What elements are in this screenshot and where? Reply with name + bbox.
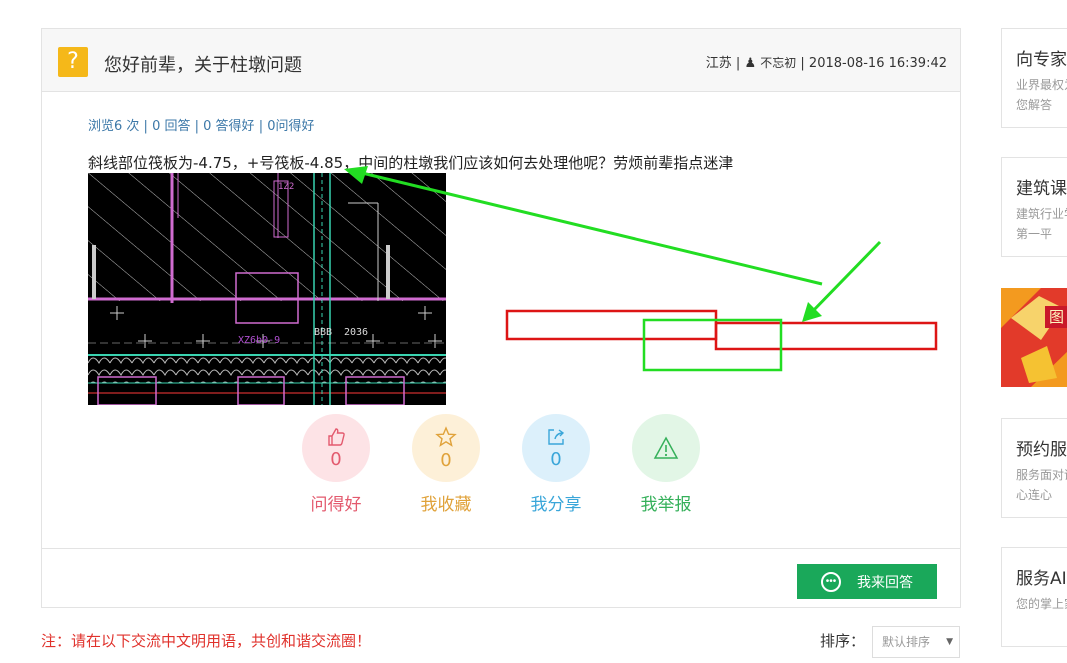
answer-button-label: 我来回答 [857, 573, 913, 590]
cad-label: BBB [314, 327, 332, 338]
sidebar-card-app[interactable]: 服务AI 您的掌上家 [1001, 547, 1067, 647]
good-answers-count[interactable]: 0 答得好 [203, 119, 254, 134]
favorite-circle[interactable]: 0 [412, 414, 480, 482]
banner-text: 图 [1049, 308, 1064, 326]
sidebar-card-title: 建筑课 [1016, 179, 1067, 199]
question-header: ? 您好前辈，关于柱墩问题 江苏 | ♟ 不忘初 | 2018-08-16 16… [42, 29, 960, 92]
share-icon [548, 428, 565, 445]
question-mark-icon: ? [58, 47, 88, 77]
report-circle[interactable] [632, 414, 700, 482]
question-title: 您好前辈，关于柱墩问题 [104, 55, 302, 76]
star-icon [435, 425, 457, 447]
sidebar-card-title: 服务AI [1016, 569, 1067, 589]
question-card: ? 您好前辈，关于柱墩问题 江苏 | ♟ 不忘初 | 2018-08-16 16… [41, 28, 961, 608]
sidebar-card-course[interactable]: 建筑课 建筑行业学第一平 [1001, 157, 1067, 257]
question-meta: 江苏 | ♟ 不忘初 | 2018-08-16 16:39:42 [705, 56, 947, 71]
username-link[interactable]: 不忘初 [760, 56, 796, 70]
sort-label: 排序： [820, 632, 866, 650]
sidebar-card-desc: 您的掌上家 [1016, 597, 1067, 611]
sidebar-card-title: 预约服 [1016, 440, 1067, 460]
cad-drawing: 1Z2 BBB 2036 XZ6b0-9 [88, 173, 446, 405]
warning-icon [653, 436, 679, 459]
views-count[interactable]: 浏览6 次 [88, 119, 139, 134]
favorite-label: 我收藏 [420, 495, 472, 515]
answers-count[interactable]: 0 回答 [152, 119, 190, 134]
sidebar-card-desc: 业界最权为您解答 [1016, 78, 1067, 112]
share-circle[interactable]: 0 [522, 414, 590, 482]
like-count: 0 [330, 448, 342, 470]
user-icon: ♟ [744, 56, 757, 71]
answer-button[interactable]: ••• 我来回答 [797, 564, 937, 599]
region-label: 江苏 [705, 56, 732, 71]
question-body-text: 斜线部位筏板为-4.75，+号筏板-4.85，中间的柱墩我们应该如何去处理他呢？… [88, 154, 734, 172]
good-asks-count[interactable]: 0问得好 [267, 119, 314, 134]
cad-label: 2036 [344, 327, 368, 338]
question-cad-image[interactable]: 1Z2 BBB 2036 XZ6b0-9 [88, 173, 446, 405]
question-stats: 浏览6 次 | 0 回答 | 0 答得好 | 0问得好 [88, 119, 315, 134]
favorite-count: 0 [440, 449, 452, 471]
sort-selected: 默认排序 [882, 635, 931, 649]
cad-label: XZ6b0-9 [238, 335, 280, 346]
sidebar-card-expert[interactable]: 向专家 业界最权为您解答 [1001, 28, 1067, 128]
sidebar-card-desc: 服务面对诺心连心 [1016, 468, 1067, 502]
chat-bubble-icon: ••• [821, 571, 841, 592]
report-button[interactable]: 我举报 [632, 414, 700, 515]
report-label: 我举报 [640, 495, 692, 515]
civility-note: 注：请在以下交流中文明用语，共创和谐交流圈！ [41, 632, 372, 650]
cad-label: 1Z2 [278, 182, 294, 192]
promo-banner-art: 图 [1001, 288, 1067, 387]
like-label: 问得好 [310, 495, 362, 515]
share-count: 0 [550, 448, 562, 470]
share-button[interactable]: 0 我分享 [522, 414, 590, 515]
sidebar-card-title: 向专家 [1016, 50, 1067, 70]
answer-footer: ••• 我来回答 [42, 548, 960, 608]
sidebar-card-appointment[interactable]: 预约服 服务面对诺心连心 [1001, 418, 1067, 518]
sidebar-card-desc: 建筑行业学第一平 [1016, 207, 1067, 241]
chevron-down-icon: ▼ [946, 637, 953, 647]
share-label: 我分享 [530, 495, 582, 515]
like-circle[interactable]: 0 [302, 414, 370, 482]
sort-select[interactable]: 默认排序 ▼ [872, 626, 960, 658]
thumbs-up-icon [328, 427, 345, 446]
post-datetime: 2018-08-16 16:39:42 [808, 56, 947, 71]
favorite-button[interactable]: 0 我收藏 [412, 414, 480, 515]
sidebar-promo-banner[interactable]: 图 [1001, 288, 1067, 387]
like-button[interactable]: 0 问得好 [302, 414, 370, 515]
